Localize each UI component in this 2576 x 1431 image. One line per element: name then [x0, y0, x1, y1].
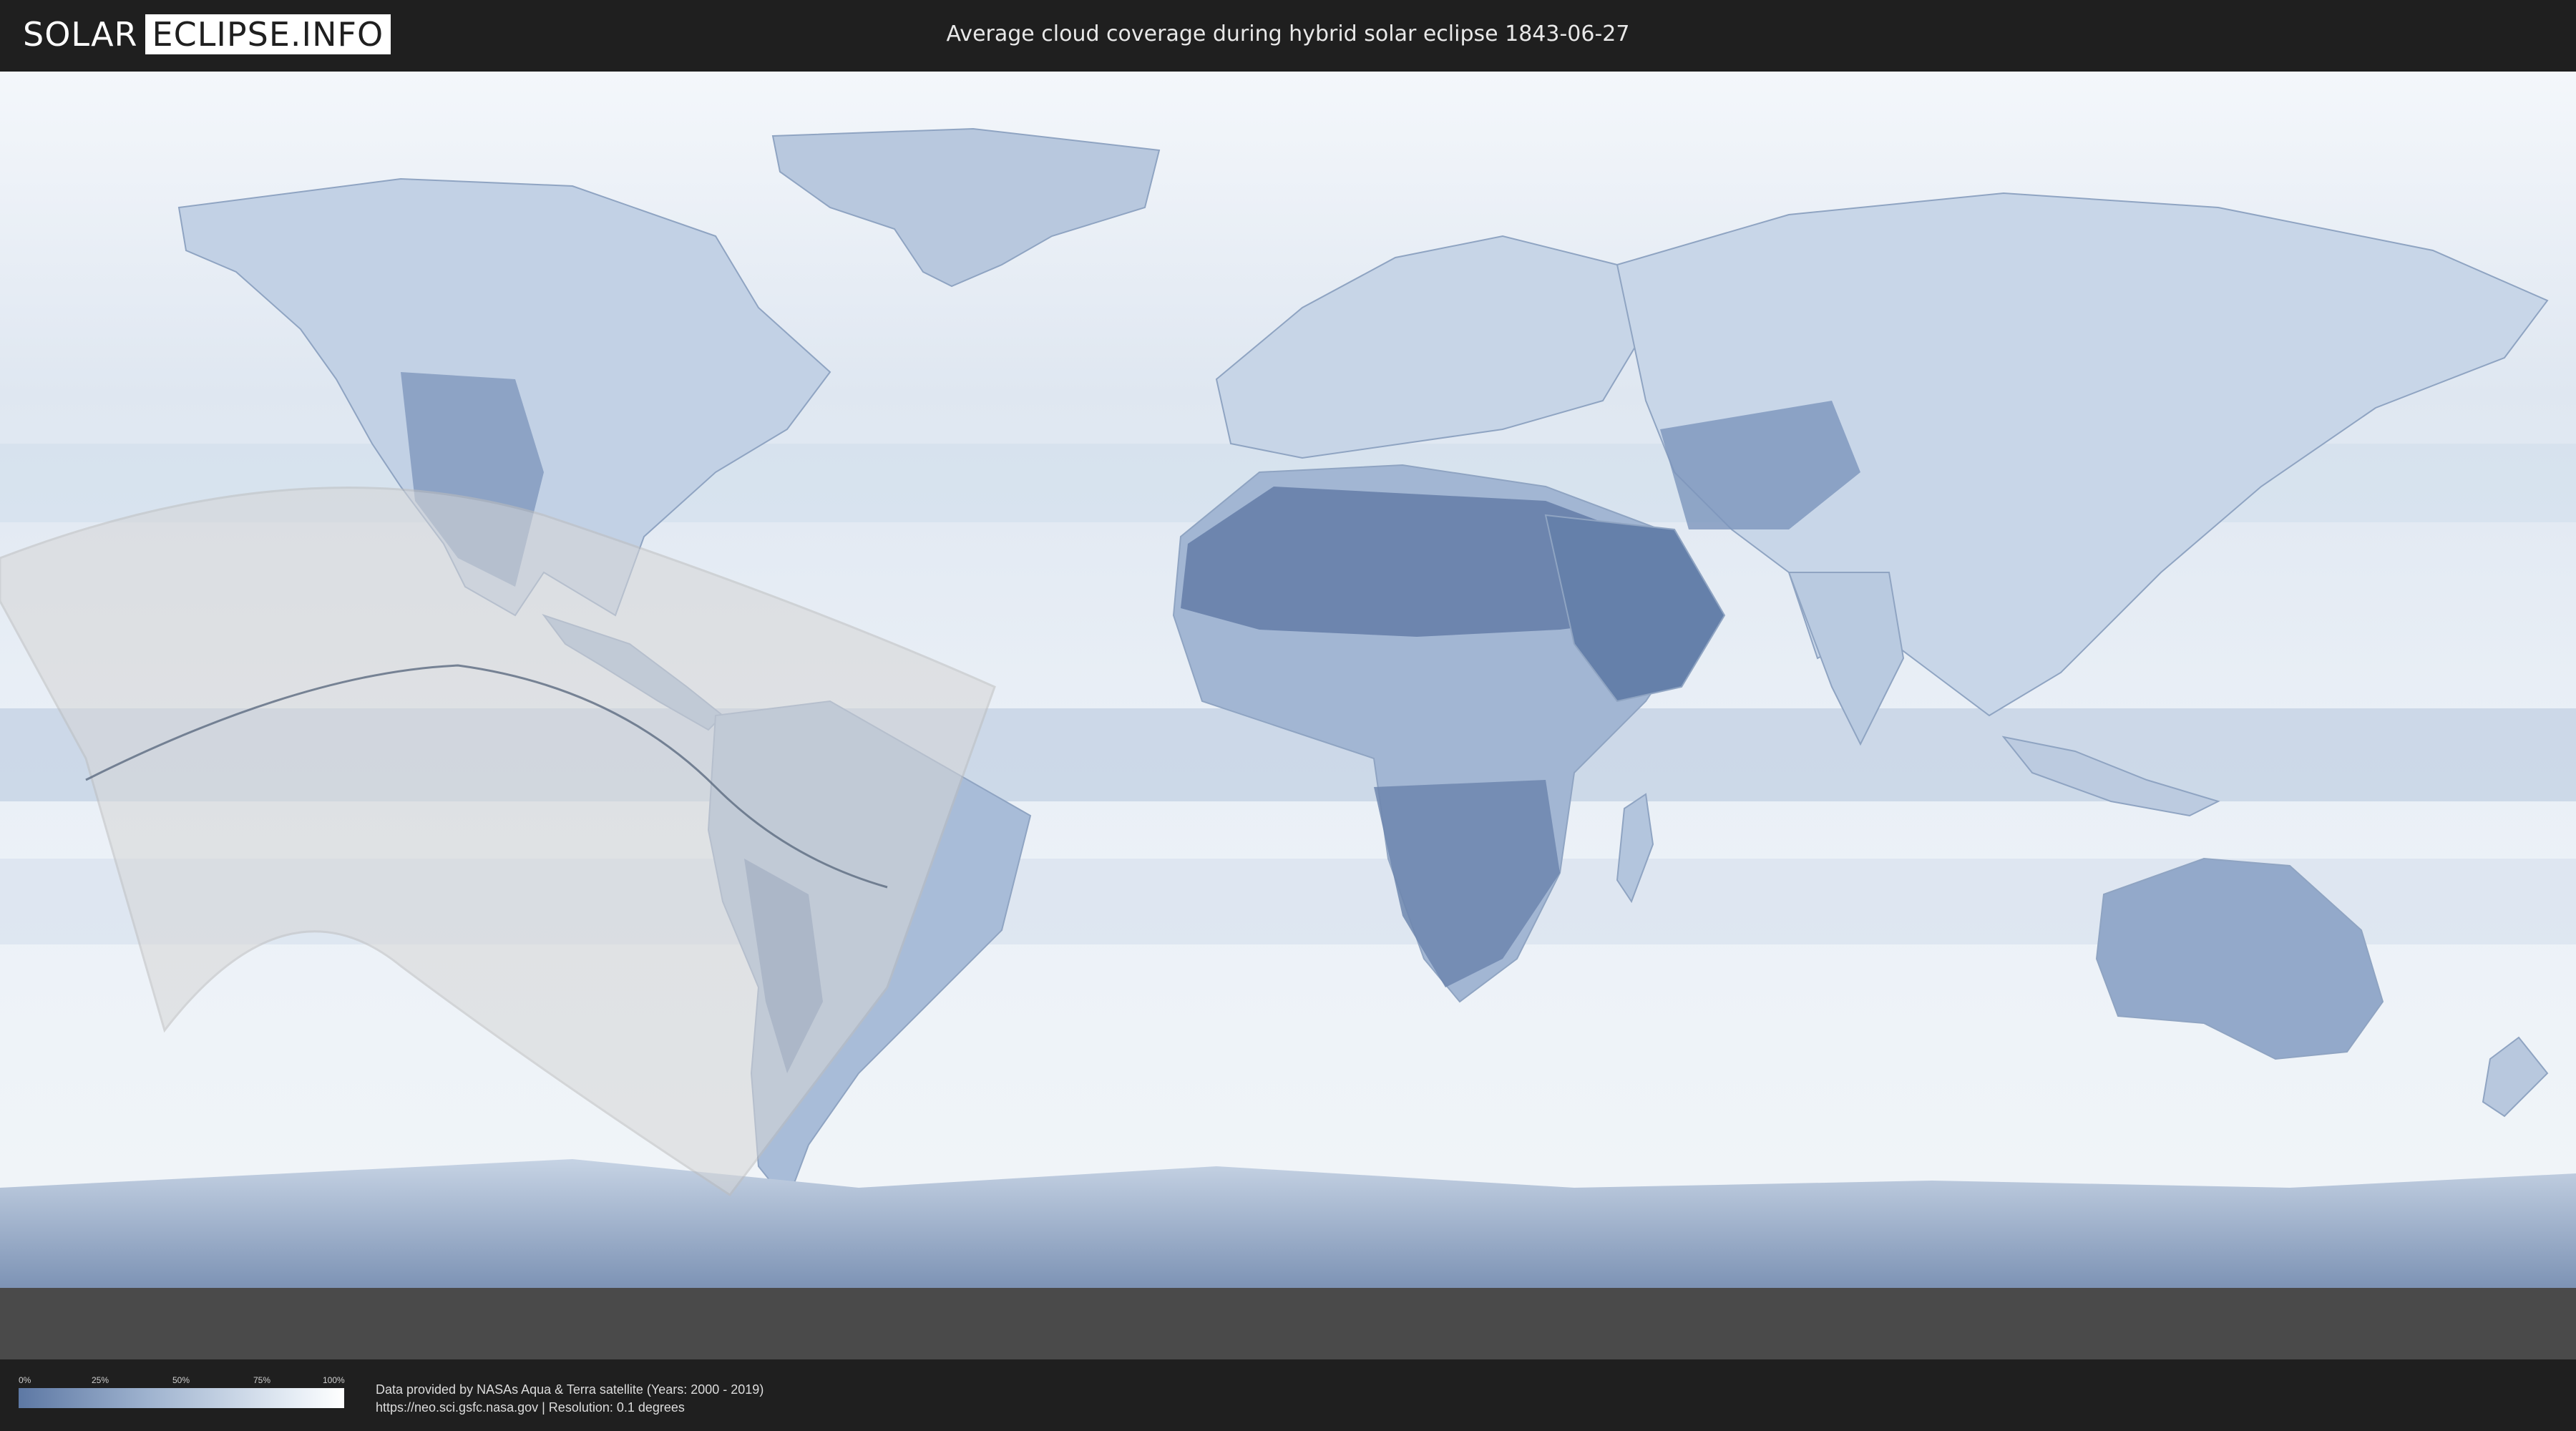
- cloud-coverage-map[interactable]: [0, 72, 2576, 1359]
- data-source-text: Data provided by NASAs Aqua & Terra sate…: [376, 1381, 763, 1417]
- footer-bar: 0% 25% 50% 75% 100% Data provided by NAS…: [0, 1359, 2576, 1431]
- page: SOLAR ECLIPSE.INFO Average cloud coverag…: [0, 0, 2576, 1431]
- map-canvas: [0, 72, 2576, 1359]
- cloud-coverage-legend: 0% 25% 50% 75% 100%: [19, 1375, 345, 1408]
- legend-ticks: 0% 25% 50% 75% 100%: [19, 1375, 345, 1388]
- data-source-line-1: Data provided by NASAs Aqua & Terra sate…: [376, 1382, 764, 1397]
- legend-gradient-bar: [19, 1388, 344, 1408]
- legend-tick: 50%: [172, 1375, 190, 1385]
- page-title: Average cloud coverage during hybrid sol…: [946, 21, 1630, 47]
- legend-tick: 25%: [92, 1375, 109, 1385]
- legend-tick: 0%: [19, 1375, 31, 1385]
- polar-no-data-band: [0, 1288, 2576, 1359]
- data-source-line-2: https://neo.sci.gsfc.nasa.gov | Resoluti…: [376, 1400, 685, 1415]
- legend-tick: 75%: [253, 1375, 271, 1385]
- top-bar: SOLAR ECLIPSE.INFO Average cloud coverag…: [0, 0, 2576, 72]
- legend-tick: 100%: [323, 1375, 345, 1385]
